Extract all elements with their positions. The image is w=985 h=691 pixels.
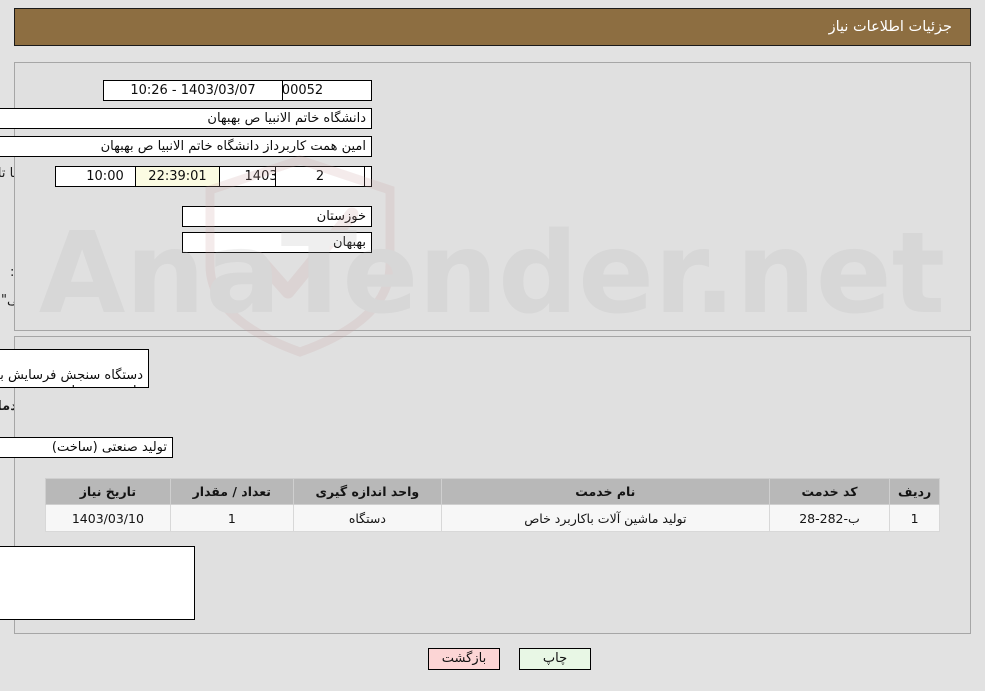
table-row[interactable]: 1 ب-282-28 تولید ماشین آلات باکاربرد خاص… (45, 504, 940, 532)
col-service-name: نام خدمت (440, 478, 770, 505)
cell-quantity: 1 (169, 504, 294, 532)
need-info-panel (14, 62, 971, 331)
page-title: جزئیات اطلاعات نیاز (828, 19, 952, 35)
announce-datetime-field[interactable]: 1403/03/07 - 10:26 (103, 80, 283, 101)
cell-row-number: 1 (889, 504, 940, 532)
page-root: جزئیات اطلاعات نیاز شماره نیاز: 11030053… (0, 0, 985, 691)
col-service-code: کد خدمت (768, 478, 891, 505)
cell-service-name: تولید ماشین آلات باکاربرد خاص (440, 504, 770, 532)
col-row-number: ردیف (889, 478, 940, 505)
table-header-row: ردیف کد خدمت نام خدمت واحد اندازه گیری ت… (45, 478, 940, 505)
city-field[interactable]: بهبهان (182, 232, 372, 253)
print-button[interactable]: چاپ (519, 648, 591, 670)
back-button[interactable]: بازگشت (428, 648, 500, 670)
province-field[interactable]: خوزستان (182, 206, 372, 227)
cell-service-code: ب-282-28 (768, 504, 891, 532)
remaining-days-field[interactable]: 2 (275, 166, 365, 187)
col-quantity: تعداد / مقدار (169, 478, 294, 505)
service-group-field[interactable]: تولید صنعتی (ساخت) (0, 437, 173, 458)
general-desc-text: دستگاه سنجش فرسایش بادی طبق مشخصات پیوست… (0, 368, 143, 387)
col-unit: واحد اندازه گیری (292, 478, 442, 505)
cell-unit: دستگاه (292, 504, 442, 532)
creator-field[interactable]: امین همت کاربرداز دانشگاه خاتم الانبیا ص… (0, 136, 372, 157)
general-desc-textarea[interactable]: دستگاه سنجش فرسایش بادی طبق مشخصات پیوست… (0, 349, 149, 388)
services-table: ردیف کد خدمت نام خدمت واحد اندازه گیری ت… (45, 478, 940, 532)
remaining-time-field[interactable]: 22:39:01 (135, 166, 220, 187)
buyer-notes-textarea[interactable]: ◢ (0, 546, 195, 620)
col-need-date: تاریخ نیاز (45, 478, 171, 505)
page-header: جزئیات اطلاعات نیاز (14, 8, 971, 46)
buyer-org-field[interactable]: دانشگاه خاتم الانبیا ص بهبهان (0, 108, 372, 129)
services-table-head: ردیف کد خدمت نام خدمت واحد اندازه گیری ت… (45, 478, 940, 505)
cell-need-date: 1403/03/10 (45, 504, 171, 532)
services-table-body: 1 ب-282-28 تولید ماشین آلات باکاربرد خاص… (45, 504, 940, 532)
